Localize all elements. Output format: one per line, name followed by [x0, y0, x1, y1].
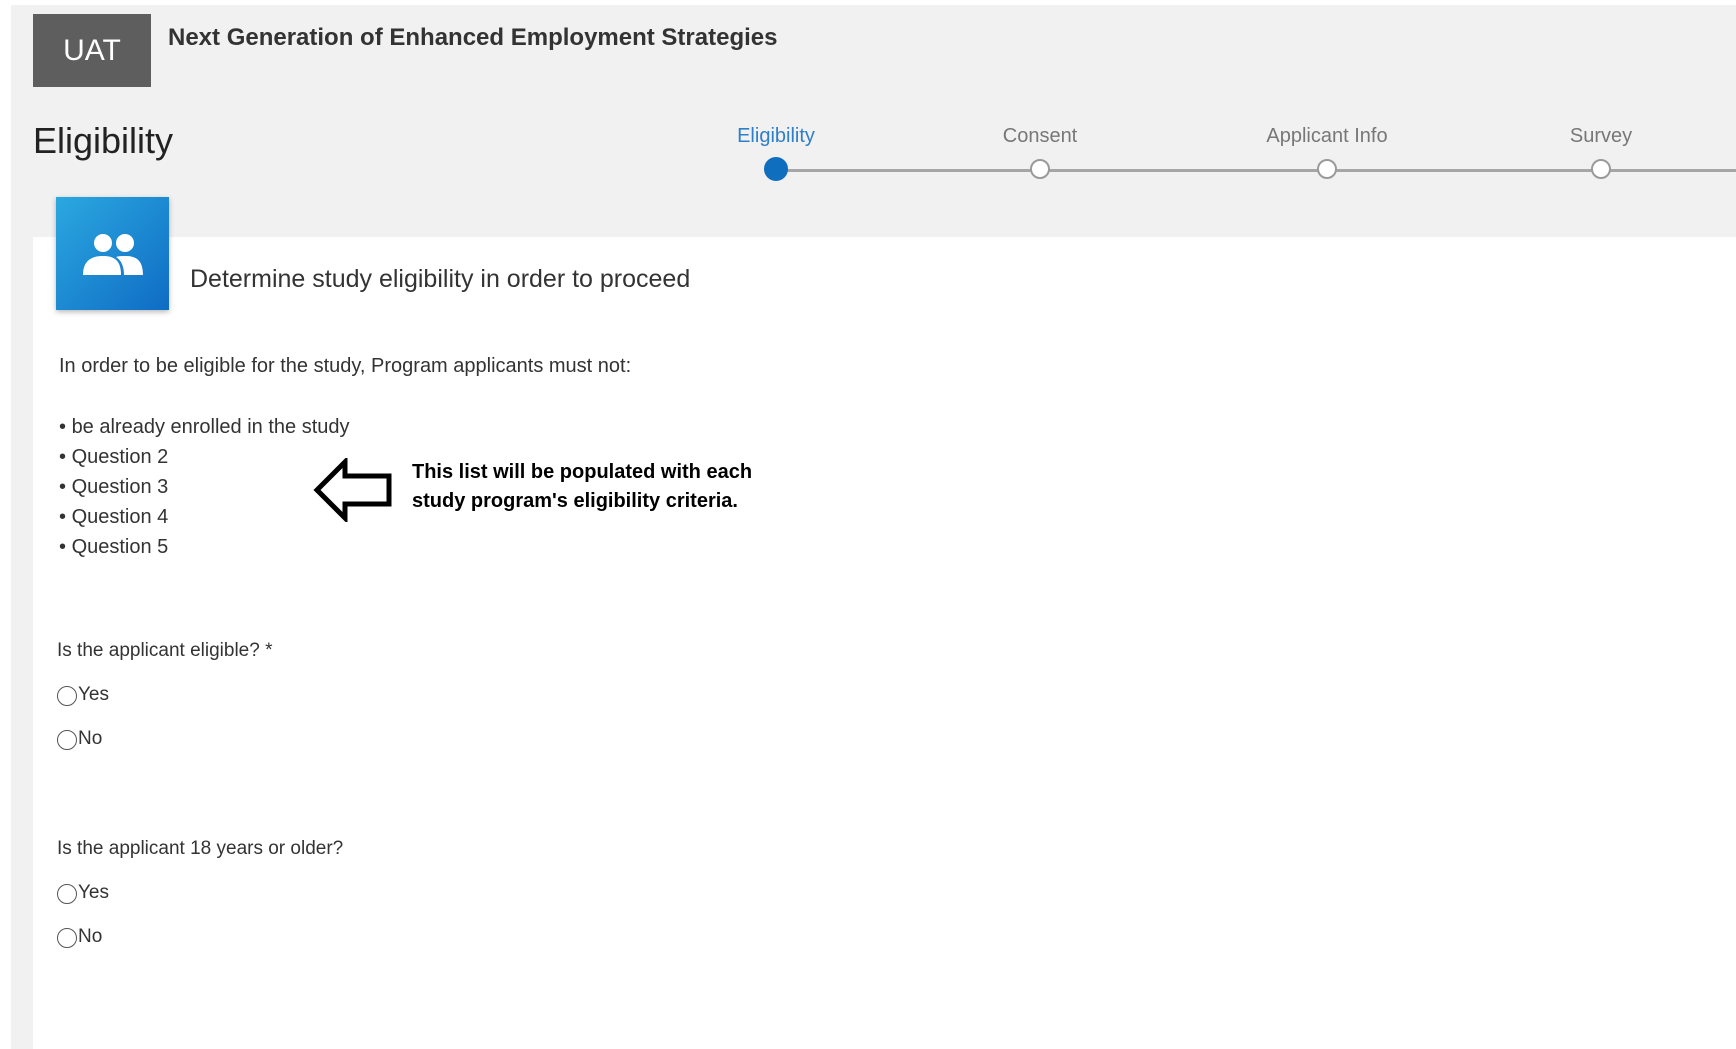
radio-option-label: Yes	[78, 684, 109, 705]
step-survey-dot[interactable]	[1591, 159, 1611, 179]
radio-age-no[interactable]: No	[57, 926, 102, 948]
radio-circle[interactable]	[57, 928, 77, 948]
radio-eligible-yes[interactable]: Yes	[57, 684, 109, 706]
radio-circle[interactable]	[57, 884, 77, 904]
question-eligible-label: Is the applicant eligible? *	[57, 640, 273, 661]
radio-eligible-no[interactable]: No	[57, 728, 102, 750]
radio-option-label: No	[78, 728, 103, 749]
annotation-note: This list will be populated with each st…	[412, 458, 812, 516]
criteria-item: Question 4	[59, 504, 350, 534]
question-age-label: Is the applicant 18 years or older?	[57, 838, 344, 859]
step-consent-dot[interactable]	[1030, 159, 1050, 179]
criteria-list: be already enrolled in the study Questio…	[59, 414, 350, 564]
step-applicant-info-dot[interactable]	[1317, 159, 1337, 179]
step-eligibility-dot[interactable]	[764, 157, 788, 181]
radio-option-label: No	[78, 926, 103, 947]
left-arrow-icon	[313, 455, 393, 527]
card-heading: Determine study eligibility in order to …	[190, 265, 691, 293]
people-icon	[56, 197, 169, 310]
annotation-line-2: study program's eligibility criteria.	[412, 490, 738, 512]
radio-option-label: Yes	[78, 882, 109, 903]
radio-circle[interactable]	[57, 730, 77, 750]
radio-circle[interactable]	[57, 686, 77, 706]
step-survey-label[interactable]: Survey	[1570, 125, 1632, 148]
step-applicant-info-label[interactable]: Applicant Info	[1266, 125, 1387, 148]
radio-age-yes[interactable]: Yes	[57, 882, 109, 904]
step-consent-label[interactable]: Consent	[1003, 125, 1078, 148]
annotation-line-1: This list will be populated with each	[412, 461, 753, 483]
criteria-item: be already enrolled in the study	[59, 414, 350, 444]
criteria-item: Question 3	[59, 474, 350, 504]
eligibility-intro: In order to be eligible for the study, P…	[59, 355, 632, 377]
criteria-item: Question 5	[59, 534, 350, 564]
criteria-item: Question 2	[59, 444, 350, 474]
progress-stepper: Eligibility Consent Applicant Info Surve…	[0, 0, 1736, 200]
step-eligibility-label[interactable]: Eligibility	[737, 125, 815, 148]
